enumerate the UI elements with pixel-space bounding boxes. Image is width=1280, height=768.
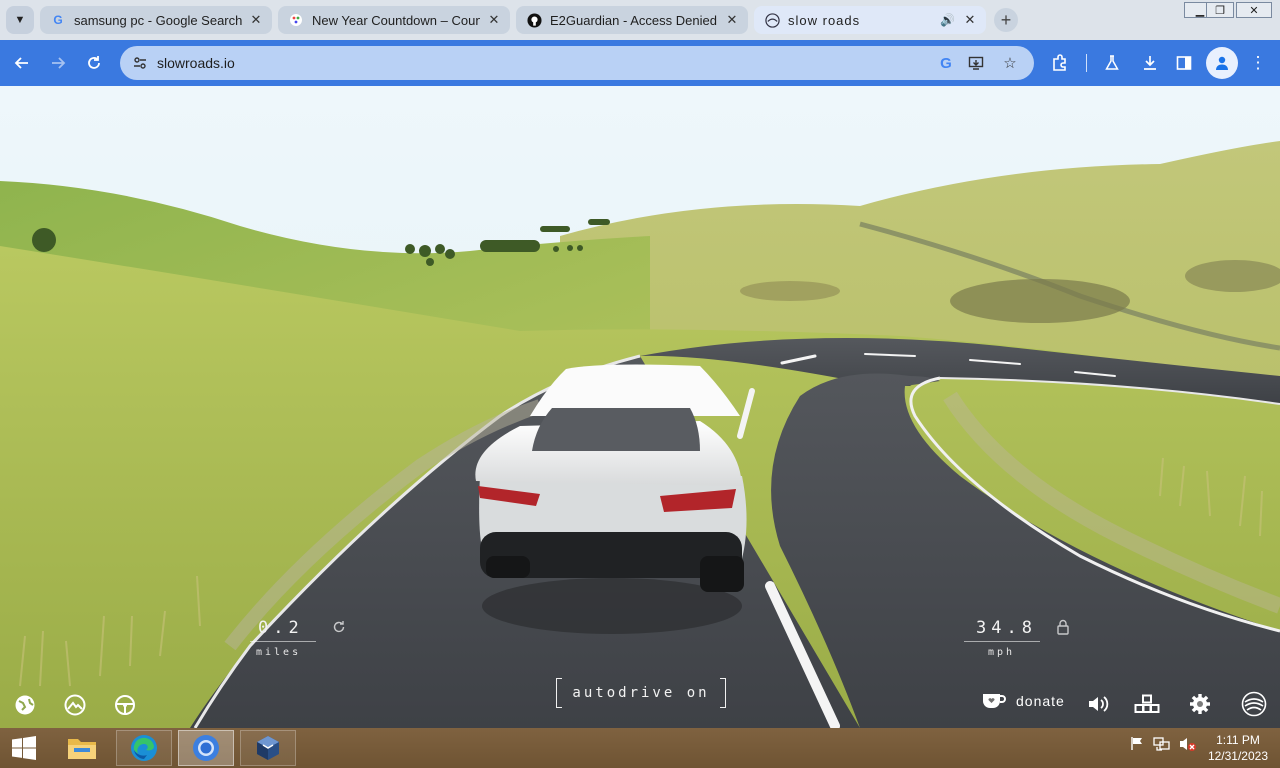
extensions-icon[interactable] [1048, 51, 1072, 75]
donate-button[interactable]: donate [982, 692, 1065, 710]
close-window-button[interactable]: ✕ [1236, 2, 1272, 18]
tab-title: New Year Countdown – Count [312, 12, 480, 28]
clock-date: 12/31/2023 [1207, 749, 1268, 763]
countdown-icon [288, 12, 304, 28]
virtualbox-icon [257, 736, 279, 760]
chrome-icon [193, 735, 219, 761]
windows-taskbar: 1:11 PM 12/31/2023 [0, 728, 1280, 768]
coffee-cup-icon [983, 694, 1006, 708]
network-icon[interactable] [1152, 736, 1172, 752]
slowroads-icon [764, 12, 780, 28]
chrome-button[interactable] [178, 730, 234, 766]
distance-unit: miles [256, 647, 302, 658]
slowroads-logo-icon[interactable] [1240, 690, 1268, 718]
toolbar-divider [1086, 54, 1087, 72]
chevron-down-icon: ▼ [14, 14, 26, 26]
tab-slow-roads[interactable]: slow roads 🔊 ✕ [754, 6, 986, 34]
folder-icon [68, 739, 96, 759]
virtualbox-button[interactable] [240, 730, 296, 766]
side-panel-icon[interactable] [1172, 51, 1196, 75]
autodrive-toggle[interactable]: autodrive on [556, 678, 726, 708]
reset-distance-icon[interactable] [330, 618, 348, 636]
close-icon[interactable]: ✕ [962, 12, 978, 28]
back-arrow-icon [14, 57, 28, 69]
distance-value: 0.2 [258, 618, 304, 638]
tab-title: slow roads [788, 12, 861, 28]
system-clock[interactable]: 1:11 PM 12/31/2023 [1208, 732, 1268, 764]
file-explorer-button[interactable] [54, 730, 110, 766]
close-icon[interactable]: ✕ [486, 12, 502, 28]
forward-button[interactable] [46, 51, 70, 75]
close-icon[interactable]: ✕ [248, 12, 264, 28]
clock-time: 1:11 PM [1216, 733, 1260, 747]
browser-toolbar: slowroads.io G ☆ ⋮ [0, 40, 1280, 86]
google-g-icon: G [53, 13, 63, 27]
labs-flask-icon[interactable] [1100, 51, 1124, 75]
tab-new-year-countdown[interactable]: New Year Countdown – Count ✕ [278, 6, 510, 34]
steering-wheel-icon[interactable] [112, 692, 138, 718]
volume-icon[interactable] [1086, 692, 1110, 716]
speaker-muted-icon[interactable] [1178, 736, 1198, 752]
restore-button[interactable]: ❐ [1206, 2, 1234, 18]
globe-icon[interactable] [12, 692, 38, 718]
game-scene [0, 86, 1280, 728]
landscape-icon[interactable] [62, 692, 88, 718]
reload-icon [88, 56, 100, 69]
tab-strip: ▼ G samsung pc - Google Search ✕ New Yea… [0, 0, 1280, 40]
edge-icon [131, 735, 157, 761]
forward-arrow-icon [52, 57, 66, 69]
reload-button[interactable] [82, 51, 106, 75]
speaker-icon[interactable]: 🔊 [940, 13, 956, 27]
bracket-right [720, 678, 726, 708]
close-icon[interactable]: ✕ [724, 12, 740, 28]
tab-search-button[interactable]: ▼ [6, 6, 34, 34]
tab-title: samsung pc - Google Search [74, 12, 242, 28]
lock-icon[interactable] [1054, 618, 1072, 636]
menu-kebab-icon[interactable]: ⋮ [1246, 51, 1270, 75]
game-viewport[interactable]: 0.2 miles 34.8 mph autodrive on donate [0, 86, 1280, 728]
site-info-icon[interactable] [130, 53, 150, 73]
person-icon [1216, 56, 1228, 70]
hud-divider [250, 641, 316, 642]
donate-label: donate [1016, 693, 1065, 709]
windows-logo-icon [12, 736, 36, 760]
profile-avatar[interactable] [1206, 47, 1238, 79]
hud-divider [964, 641, 1040, 642]
bookmark-star-icon[interactable]: ☆ [1000, 53, 1020, 73]
layout-grid-icon[interactable] [1134, 692, 1160, 716]
github-icon [526, 12, 542, 28]
downloads-icon[interactable] [1138, 51, 1162, 75]
new-tab-button[interactable]: + [994, 8, 1018, 32]
action-center-flag-icon[interactable] [1128, 736, 1146, 750]
settings-gear-icon[interactable] [1188, 692, 1212, 716]
speed-value: 34.8 [976, 618, 1037, 638]
bracket-left [556, 678, 562, 708]
back-button[interactable] [10, 51, 34, 75]
install-app-icon[interactable] [966, 53, 986, 73]
tab-google-search[interactable]: G samsung pc - Google Search ✕ [40, 6, 272, 34]
tab-title: E2Guardian - Access Denied [550, 12, 717, 28]
edge-button[interactable] [116, 730, 172, 766]
speed-unit: mph [988, 647, 1016, 658]
tab-e2guardian[interactable]: E2Guardian - Access Denied ✕ [516, 6, 748, 34]
google-lens-icon[interactable]: G [936, 53, 956, 73]
start-button[interactable] [0, 730, 48, 766]
autodrive-label: autodrive on [572, 685, 710, 701]
address-bar[interactable]: slowroads.io G ☆ [120, 46, 1034, 80]
url-text[interactable]: slowroads.io [157, 55, 235, 71]
